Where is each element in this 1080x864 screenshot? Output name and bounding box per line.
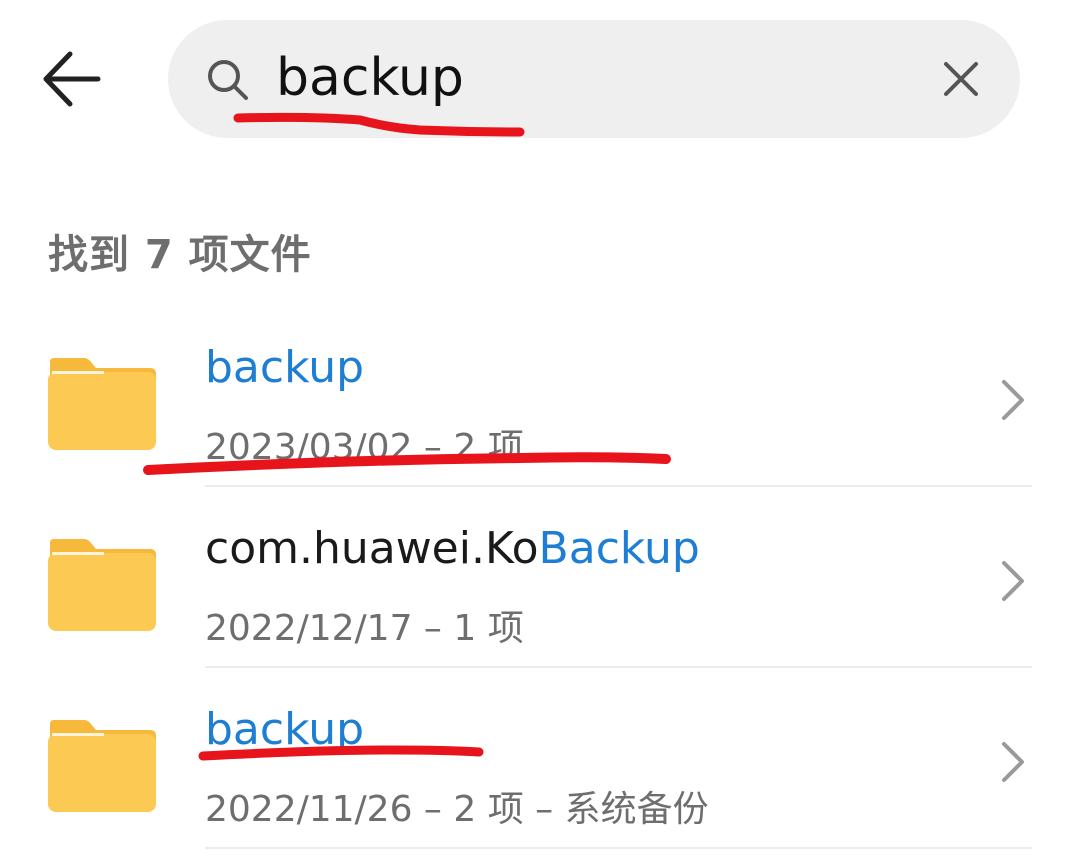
close-icon [944, 62, 978, 96]
chevron-right-icon [1002, 742, 1024, 782]
divider [205, 847, 1032, 849]
folder-icon [48, 358, 156, 450]
clear-search-button[interactable] [938, 56, 984, 102]
search-box[interactable] [168, 20, 1020, 138]
list-item[interactable]: backup 2022/11/26 – 2 项 – 系统备份 [0, 668, 1080, 849]
file-name: backup [205, 704, 365, 755]
folder-icon [48, 720, 156, 812]
search-icon [208, 60, 248, 100]
file-name: com.huawei.KoBackup [205, 523, 700, 574]
back-button[interactable] [28, 34, 118, 124]
list-item[interactable]: backup 2023/03/02 – 2 项 [0, 306, 1080, 487]
result-list: backup 2023/03/02 – 2 项 com.huawei.KoBac… [0, 306, 1080, 849]
chevron-right-icon [1002, 561, 1024, 601]
arrow-left-icon [43, 51, 101, 107]
result-count-label: 找到 7 项文件 [48, 232, 312, 278]
file-name: backup [205, 342, 365, 393]
chevron-right-icon [1002, 380, 1024, 420]
file-meta: 2022/11/26 – 2 项 – 系统备份 [205, 789, 709, 830]
folder-icon [48, 539, 156, 631]
list-item[interactable]: com.huawei.KoBackup 2022/12/17 – 1 项 [0, 487, 1080, 668]
file-meta: 2022/12/17 – 1 项 [205, 608, 524, 649]
search-input[interactable] [276, 38, 876, 118]
search-toolbar [0, 0, 1080, 170]
file-meta: 2023/03/02 – 2 项 [205, 427, 524, 468]
